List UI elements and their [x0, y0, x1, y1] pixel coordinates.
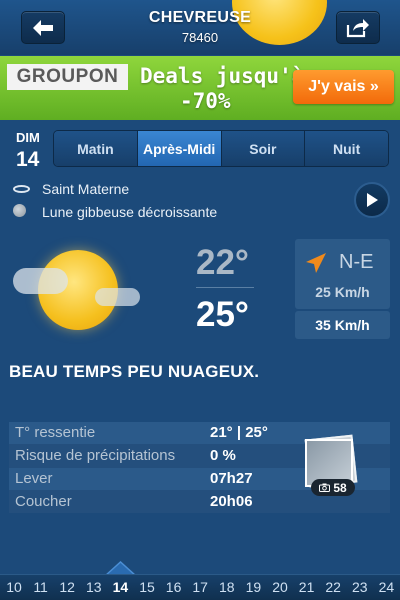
day-strip-item-23[interactable]: 23: [347, 579, 373, 595]
day-strip-item-12[interactable]: 12: [54, 579, 80, 595]
day-strip-item-21[interactable]: 21: [294, 579, 320, 595]
wind-gusts: 35 Km/h: [295, 311, 390, 339]
play-button[interactable]: [354, 182, 390, 218]
day-strip-item-18[interactable]: 18: [214, 579, 240, 595]
groupon-logo: GROUPON: [7, 64, 128, 90]
weather-description: BEAU TEMPS PEU NUAGEUX.: [9, 362, 260, 381]
moon-phase: Lune gibbeuse décroissante: [42, 204, 218, 220]
temperature-low: 22°: [196, 243, 249, 282]
tab-nuit[interactable]: Nuit: [305, 131, 388, 166]
day-strip-item-19[interactable]: 19: [240, 579, 266, 595]
tab-soir[interactable]: Soir: [221, 131, 306, 166]
wind-direction: N-E: [339, 251, 374, 273]
moon-icon: [13, 204, 26, 217]
period-tabs: Matin Après-Midi Soir Nuit: [53, 130, 389, 167]
day-strip: 10 11 12 13 14 15 16 17 18 19 20 21 22 23 24: [0, 574, 400, 600]
banner-cta-button[interactable]: J'y vais »: [293, 70, 394, 104]
banner-discount: -70%: [180, 89, 231, 113]
banner-headline: Deals jusqu'à: [140, 64, 305, 88]
wind-direction-arrow-icon: [306, 253, 326, 273]
wind-speed: 25 Km/h: [315, 284, 370, 300]
detail-label: Risque de précipitations: [15, 447, 176, 464]
detail-label: Lever: [15, 470, 53, 487]
saint-of-day: Saint Materne: [42, 181, 130, 197]
photos-button[interactable]: 58: [303, 434, 359, 497]
day-strip-item-11[interactable]: 11: [28, 579, 54, 595]
detail-value: 21° | 25°: [210, 424, 268, 441]
detail-value: 07h27: [210, 470, 253, 487]
day-strip-item-14[interactable]: 14: [107, 579, 133, 595]
day-strip-item-17[interactable]: 17: [187, 579, 213, 595]
groupon-banner[interactable]: GROUPON Deals jusqu'à -70% J'y vais »: [0, 56, 400, 120]
cloud-icon: [95, 288, 140, 306]
photo-count-badge: 58: [311, 479, 355, 496]
day-label: DIM: [16, 130, 40, 145]
detail-value: 0 %: [210, 447, 236, 464]
photo-count: 58: [333, 480, 347, 495]
share-button[interactable]: [336, 11, 380, 44]
halo-icon: [13, 185, 30, 193]
day-strip-item-22[interactable]: 22: [320, 579, 346, 595]
temperature-divider: [196, 287, 254, 288]
tab-matin[interactable]: Matin: [54, 131, 138, 166]
day-strip-item-24[interactable]: 24: [373, 579, 399, 595]
day-strip-item-20[interactable]: 20: [267, 579, 293, 595]
cloud-icon: [13, 268, 68, 294]
day-number: 14: [16, 148, 40, 171]
day-strip-item-13[interactable]: 13: [81, 579, 107, 595]
detail-label: T° ressentie: [15, 424, 96, 441]
day-strip-item-15[interactable]: 15: [134, 579, 160, 595]
temperature-high: 25°: [196, 295, 249, 334]
header-bar: CHEVREUSE 78460: [0, 0, 400, 55]
detail-value: 20h06: [210, 493, 253, 510]
camera-icon: [319, 483, 331, 492]
tab-apres-midi[interactable]: Après-Midi: [137, 131, 222, 166]
play-icon: [367, 193, 378, 207]
day-strip-item-16[interactable]: 16: [161, 579, 187, 595]
share-icon: [346, 18, 369, 37]
day-strip-item-10[interactable]: 10: [1, 579, 27, 595]
detail-label: Coucher: [15, 493, 72, 510]
